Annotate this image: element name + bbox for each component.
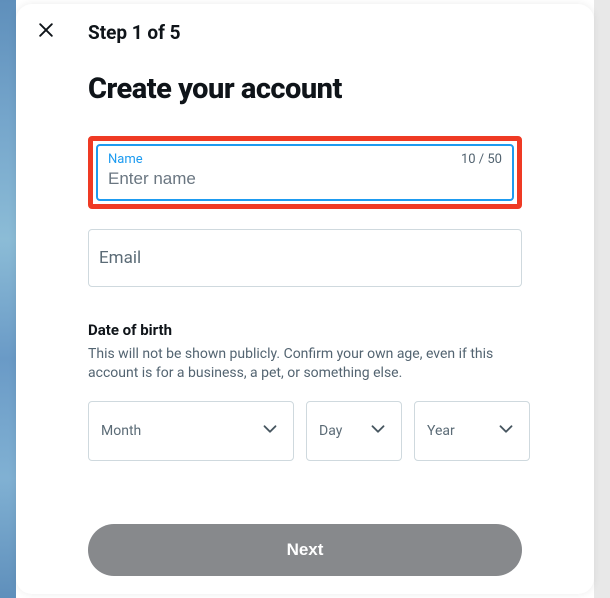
name-field-highlight: Name 10 / 50 (88, 136, 522, 209)
month-label: Month (101, 423, 141, 439)
dob-selects: Month Day Year (88, 401, 522, 461)
day-select[interactable]: Day (306, 401, 402, 461)
name-field-label: Name (108, 152, 143, 167)
modal-header: Step 1 of 5 (16, 4, 594, 54)
email-placeholder: Email (99, 248, 141, 268)
chevron-down-icon (259, 418, 281, 444)
signup-modal: Step 1 of 5 Create your account Name 10 … (16, 4, 594, 594)
year-label: Year (427, 423, 455, 439)
day-label: Day (319, 423, 342, 439)
name-field[interactable]: Name 10 / 50 (96, 144, 514, 201)
dob-heading: Date of birth (88, 321, 522, 339)
close-icon (36, 20, 56, 44)
month-select[interactable]: Month (88, 401, 294, 461)
name-input[interactable] (108, 169, 502, 189)
modal-content: Create your account Name 10 / 50 Email D… (16, 54, 594, 484)
step-indicator: Step 1 of 5 (88, 21, 181, 44)
modal-footer: Next (16, 484, 594, 594)
name-char-count: 10 / 50 (461, 152, 502, 167)
dob-description: This will not be shown publicly. Confirm… (88, 345, 522, 383)
next-button[interactable]: Next (88, 524, 522, 576)
year-select[interactable]: Year (414, 401, 530, 461)
chevron-down-icon (367, 418, 389, 444)
chevron-down-icon (495, 418, 517, 444)
close-button[interactable] (30, 16, 62, 48)
email-field[interactable]: Email (88, 229, 522, 287)
page-title: Create your account (88, 72, 522, 106)
